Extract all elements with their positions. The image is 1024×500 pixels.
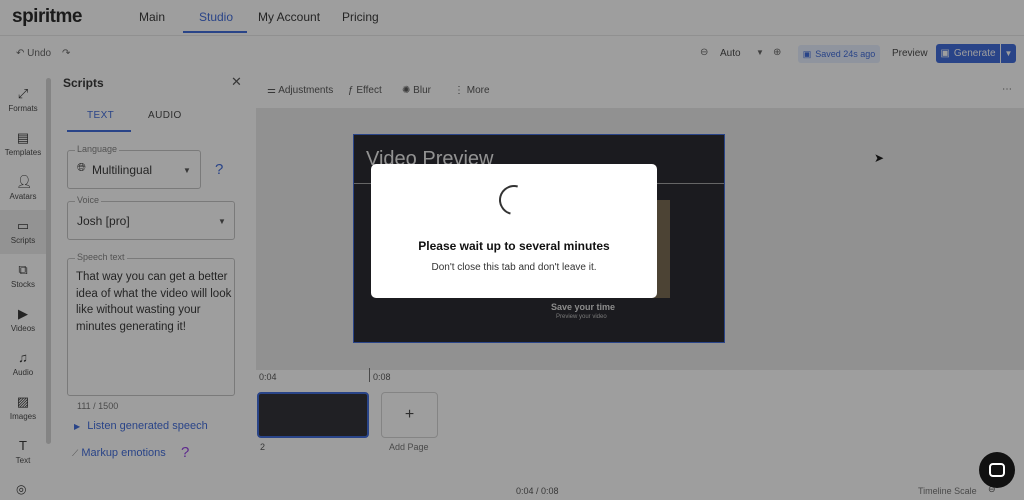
chat-icon — [989, 463, 1005, 477]
mouse-cursor-icon: ➤ — [874, 151, 885, 165]
dialog-message: Don't close this tab and don't leave it. — [431, 262, 597, 273]
chat-support-button[interactable] — [979, 452, 1015, 488]
dialog-title: Please wait up to several minutes — [418, 239, 610, 253]
